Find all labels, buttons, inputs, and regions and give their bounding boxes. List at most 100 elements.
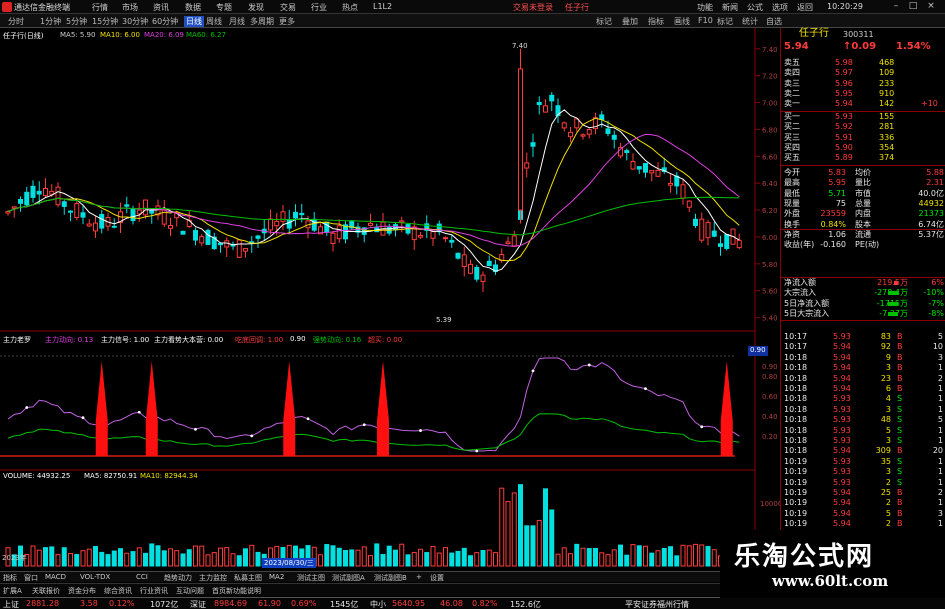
menu-trade[interactable]: 交易 (280, 2, 296, 13)
tool-mark2[interactable]: 标记 (717, 16, 733, 27)
menu-options[interactable]: 选项 (772, 2, 788, 13)
trade-login-link[interactable]: 交易未登录 (513, 2, 553, 13)
candle-body (655, 169, 661, 177)
index-sz-value: 8984.69 (214, 599, 248, 608)
index-sh-name[interactable]: 上证 (3, 599, 19, 609)
info-tab[interactable]: 关联报价 (32, 586, 60, 596)
bid-row[interactable]: 买四 5.90 354 (781, 143, 945, 153)
bid-row[interactable]: 买一 5.93 155 (781, 112, 945, 122)
index-zx-name[interactable]: 中小 (370, 599, 386, 609)
period-monthly[interactable]: 月线 (229, 16, 245, 27)
indicator-tab[interactable]: MACD (45, 573, 66, 581)
period-60min[interactable]: 60分钟 (152, 16, 178, 27)
info-tab[interactable]: 综合资讯 (104, 586, 132, 596)
stock-name-link[interactable]: 任子行 (565, 2, 589, 13)
indicator-tab[interactable]: 私募主图 (234, 573, 262, 583)
candle-body (280, 211, 286, 222)
indicator-tab[interactable]: 测试副图B (374, 573, 407, 583)
period-daily[interactable]: 日线 (184, 16, 204, 27)
tool-mark[interactable]: 标记 (596, 16, 612, 27)
price-tick-label: 7.20 (762, 73, 778, 81)
tool-favorite[interactable]: 自选 (766, 16, 782, 27)
menu-news-right[interactable]: 新闻 (722, 2, 738, 13)
volume-bar (636, 545, 642, 567)
ask-price: 5.95 (835, 88, 853, 98)
menu-news[interactable]: 资讯 (153, 2, 169, 13)
indicator-tab[interactable]: 主力监控 (199, 573, 227, 583)
menu-industry[interactable]: 行业 (311, 2, 327, 13)
period-5min[interactable]: 5分钟 (66, 16, 87, 27)
indicator-tab[interactable]: CCI (136, 573, 148, 581)
ask-row[interactable]: 卖三 5.96 233 (781, 79, 945, 89)
indicator-tab[interactable]: VOL-TDX (80, 573, 110, 581)
indicator-tab[interactable]: 测试主图 (297, 573, 325, 583)
ask-row[interactable]: 卖五 5.98 468 (781, 58, 945, 68)
period-weekly[interactable]: 周线 (206, 16, 222, 27)
indicator-tab[interactable]: 设置 (430, 573, 444, 583)
bid-row[interactable]: 买三 5.91 336 (781, 133, 945, 143)
menu-l1l2[interactable]: L1L2 (373, 2, 392, 11)
candle-body (293, 211, 298, 219)
period-multi[interactable]: 多周期 (250, 16, 274, 27)
info-tab[interactable]: 行业资讯 (140, 586, 168, 596)
info-tab[interactable]: 首页新功能说明 (212, 586, 261, 596)
tool-f10[interactable]: F10 (698, 16, 713, 25)
period-30min[interactable]: 30分钟 (122, 16, 148, 27)
volume-bar (186, 549, 192, 567)
menu-data[interactable]: 数据 (185, 2, 201, 13)
tool-stats[interactable]: 统计 (742, 16, 758, 27)
period-15min[interactable]: 15分钟 (92, 16, 118, 27)
kline-chart-canvas[interactable]: 0.900.800.600.400.20 100005000 7.407.207… (0, 28, 780, 568)
menu-quotes[interactable]: 行情 (92, 2, 108, 13)
broker-server[interactable]: 平安证券福州行情 (625, 599, 689, 609)
minimize-icon[interactable]: – (890, 1, 902, 12)
tool-overlay[interactable]: 叠加 (622, 16, 638, 27)
indicator-tab[interactable]: 指标 (3, 573, 17, 583)
indicator-tab[interactable]: MA2 (269, 573, 284, 581)
indicator-dot (475, 449, 479, 453)
info-tab[interactable]: 互动问题 (176, 586, 204, 596)
period-minute[interactable]: 分时 (8, 16, 24, 27)
index-sz-name[interactable]: 深证 (190, 599, 206, 609)
indicator-current-value: 0.90 (748, 346, 768, 356)
period-more[interactable]: 更多 (279, 16, 295, 27)
tick-row: 10:18 5.94 23 B 2 (781, 374, 945, 384)
period-1min[interactable]: 1分钟 (40, 16, 61, 27)
ask-row[interactable]: 卖二 5.95 910 (781, 89, 945, 99)
candle-body (368, 222, 373, 226)
indicator-tab[interactable]: + (416, 573, 422, 581)
menu-hotspot[interactable]: 热点 (342, 2, 358, 13)
info-tab[interactable]: 扩展A (3, 586, 22, 596)
stat-value: 1.06 (828, 229, 846, 239)
tick-count: 1 (937, 477, 943, 487)
candle-body (449, 239, 455, 243)
bid-volume: 281 (879, 122, 895, 132)
tick-count: 1 (937, 436, 943, 445)
price-tick-label: 6.60 (762, 153, 778, 161)
menu-market[interactable]: 市场 (122, 2, 138, 13)
menu-topic[interactable]: 专题 (216, 2, 232, 13)
candle-body (524, 162, 530, 169)
tool-indicator[interactable]: 指标 (648, 16, 664, 27)
bid-row[interactable]: 买二 5.92 281 (781, 122, 945, 132)
menu-back[interactable]: 返回 (797, 2, 813, 13)
indicator-tab[interactable]: 测试副图A (332, 573, 365, 583)
indicator-tab[interactable]: 趋势动力 (164, 573, 192, 583)
tool-draw[interactable]: 画线 (674, 16, 690, 27)
menu-function[interactable]: 功能 (697, 2, 713, 13)
tick-price: 5.94 (833, 519, 851, 529)
tick-side: S (897, 436, 903, 445)
bid-row[interactable]: 买五 5.89 374 (781, 153, 945, 163)
ask-row[interactable]: 卖四 5.97 109 (781, 68, 945, 78)
close-icon[interactable]: × (925, 1, 937, 12)
flow-divider (781, 320, 945, 321)
indicator-dot (306, 417, 310, 421)
menu-formula[interactable]: 公式 (747, 2, 763, 13)
candle-body (705, 221, 711, 239)
volume-bar (168, 548, 173, 567)
chart-area[interactable]: 0.900.800.600.400.20 100005000 7.407.207… (0, 28, 780, 568)
indicator-tab[interactable]: 窗口 (24, 573, 38, 583)
info-tab[interactable]: 资金分布 (68, 586, 96, 596)
maximize-icon[interactable]: □ (907, 1, 919, 12)
menu-discover[interactable]: 发现 (248, 2, 264, 13)
